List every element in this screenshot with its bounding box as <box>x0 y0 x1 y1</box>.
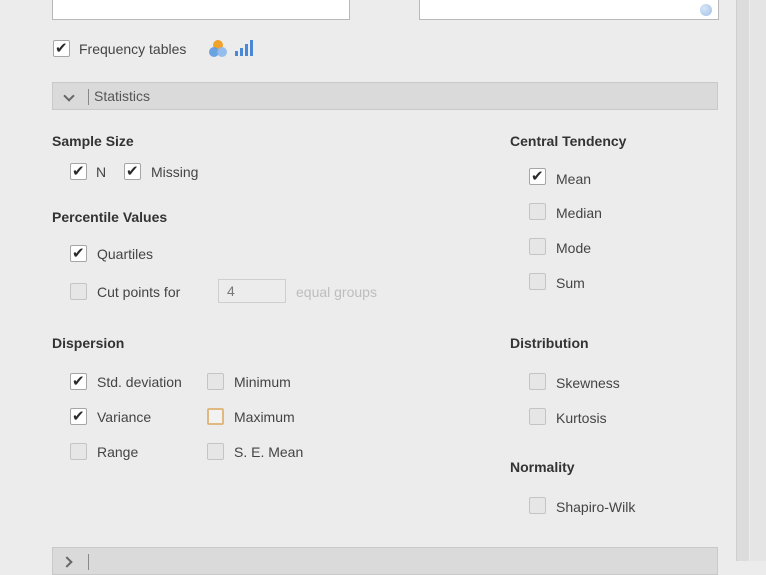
mean-label: Mean <box>556 171 592 187</box>
venn-icon <box>207 38 229 60</box>
n-checkbox[interactable] <box>70 162 87 180</box>
quartiles-label: Quartiles <box>97 246 154 262</box>
separator <box>88 89 89 105</box>
range-checkbox[interactable] <box>70 443 87 460</box>
separator <box>88 554 89 570</box>
shapiro-wilk-label: Shapiro-Wilk <box>556 499 636 515</box>
missing-label: Missing <box>151 164 199 180</box>
variance-label: Variance <box>97 409 152 425</box>
dispersion-heading: Dispersion <box>52 335 125 351</box>
equal-groups-label: equal groups <box>296 284 377 300</box>
distribution-heading: Distribution <box>510 335 589 351</box>
sample-size-heading: Sample Size <box>52 133 134 149</box>
se-mean-label: S. E. Mean <box>234 444 304 460</box>
minimum-checkbox[interactable] <box>207 373 224 390</box>
statistics-section-header[interactable]: Statistics <box>52 82 718 110</box>
statistics-section-label: Statistics <box>94 88 151 104</box>
scrollbar-track[interactable] <box>750 0 766 561</box>
missing-checkbox[interactable] <box>124 162 141 180</box>
maximum-checkbox[interactable] <box>207 408 224 425</box>
median-label: Median <box>556 205 602 221</box>
cut-points-label: Cut points for <box>97 284 181 300</box>
kurtosis-label: Kurtosis <box>556 410 607 426</box>
selected-variables-box[interactable] <box>419 0 719 20</box>
skewness-label: Skewness <box>556 375 620 391</box>
plots-section-header[interactable] <box>52 547 718 575</box>
panel-divider <box>736 0 749 561</box>
mean-checkbox[interactable] <box>529 167 546 185</box>
frequency-tables-label: Frequency tables <box>79 41 187 57</box>
sum-label: Sum <box>556 275 585 291</box>
variables-list-box[interactable] <box>52 0 350 20</box>
variable-type-icon <box>700 4 712 16</box>
chevron-down-icon <box>63 90 75 102</box>
skewness-checkbox[interactable] <box>529 373 546 390</box>
se-mean-checkbox[interactable] <box>207 443 224 460</box>
mode-checkbox[interactable] <box>529 238 546 255</box>
normality-heading: Normality <box>510 459 575 475</box>
sum-checkbox[interactable] <box>529 273 546 290</box>
cut-points-input[interactable]: 4 <box>218 279 286 303</box>
mode-label: Mode <box>556 240 592 256</box>
quartiles-checkbox[interactable] <box>70 244 87 262</box>
n-label: N <box>96 164 107 180</box>
cut-points-checkbox[interactable] <box>70 283 87 300</box>
chevron-right-icon <box>61 556 73 568</box>
median-checkbox[interactable] <box>529 203 546 220</box>
kurtosis-checkbox[interactable] <box>529 408 546 425</box>
maximum-label: Maximum <box>234 409 295 425</box>
percentile-values-heading: Percentile Values <box>52 209 168 225</box>
std-deviation-label: Std. deviation <box>97 374 182 390</box>
shapiro-wilk-checkbox[interactable] <box>529 497 546 514</box>
bar-chart-icon <box>233 38 253 58</box>
range-label: Range <box>97 444 139 460</box>
std-deviation-checkbox[interactable] <box>70 372 87 390</box>
variance-checkbox[interactable] <box>70 407 87 425</box>
frequency-tables-checkbox[interactable] <box>53 39 70 57</box>
central-tendency-heading: Central Tendency <box>510 133 627 149</box>
minimum-label: Minimum <box>234 374 291 390</box>
